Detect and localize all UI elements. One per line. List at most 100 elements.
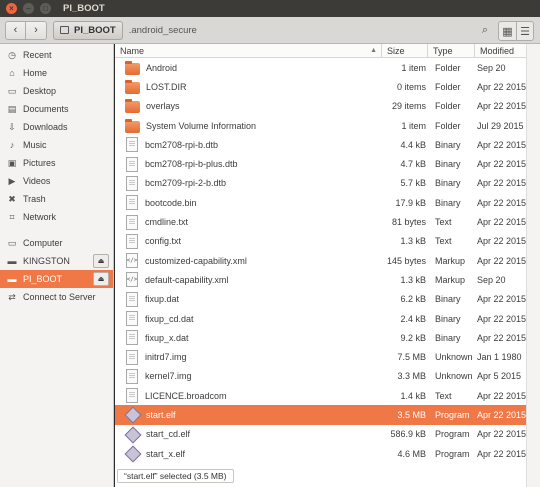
breadcrumb-next[interactable]: .android_secure <box>129 25 197 36</box>
file-type: Folder <box>435 62 461 73</box>
drive-icon: ▬ <box>7 274 17 284</box>
file-row[interactable]: cmdline.txt 81 bytes Text Apr 22 2015 <box>115 212 526 231</box>
file-row[interactable]: start_cd.elf 586.9 kB Program Apr 22 2015 <box>115 425 526 444</box>
sidebar-item-label: Trash <box>23 194 46 204</box>
file-name: System Volume Information <box>146 120 257 131</box>
file-name-cell: bcm2708-rpi-b-plus.dtb <box>115 156 382 172</box>
file-row[interactable]: LICENCE.broadcom 1.4 kB Text Apr 22 2015 <box>115 386 526 405</box>
file-modified: Apr 22 2015 <box>477 81 527 92</box>
file-name: customized-capability.xml <box>145 255 247 266</box>
file-type: Folder <box>435 101 461 112</box>
file-size: 3.3 MB <box>397 371 426 382</box>
markup-icon: </> <box>126 253 138 269</box>
sidebar-item-connect-to-server[interactable]: ⇄ Connect to Server <box>0 288 113 306</box>
file-row[interactable]: LOST.DIR 0 items Folder Apr 22 2015 <box>115 77 526 96</box>
file-row[interactable]: </> customized-capability.xml 145 bytes Mar… <box>115 251 526 270</box>
file-icon <box>126 330 138 346</box>
sidebar-item-videos[interactable]: ▶ Videos <box>0 172 113 190</box>
sidebar-item-trash[interactable]: ✖ Trash <box>0 190 113 208</box>
list-view-button[interactable]: ☰ <box>516 22 533 40</box>
maximize-window-button[interactable]: □ <box>40 3 51 14</box>
file-name: bcm2708-rpi-b-plus.dtb <box>145 159 238 170</box>
sidebar-item-label: Computer <box>23 238 63 248</box>
sidebar-item-downloads[interactable]: ⇩ Downloads <box>0 118 113 136</box>
forward-button[interactable]: › <box>26 20 47 40</box>
chevron-right-icon: › <box>34 24 38 36</box>
file-modified: Apr 22 2015 <box>477 313 527 324</box>
file-row[interactable]: fixup.dat 6.2 kB Binary Apr 22 2015 <box>115 290 526 309</box>
sidebar-item-recent[interactable]: ◷ Recent <box>0 46 113 64</box>
file-size: 6.2 kB <box>400 294 426 305</box>
file-row[interactable]: overlays 29 items Folder Apr 22 2015 <box>115 97 526 116</box>
file-name: fixup_cd.dat <box>145 313 194 324</box>
file-row[interactable]: fixup_cd.dat 2.4 kB Binary Apr 22 2015 <box>115 309 526 328</box>
sidebar-item-desktop[interactable]: ▭ Desktop <box>0 82 113 100</box>
sidebar-item-documents[interactable]: ▤ Documents <box>0 100 113 118</box>
minimize-window-button[interactable]: – <box>23 3 34 14</box>
eject-button[interactable]: ⏏ <box>93 272 109 286</box>
grid-icon: ▦ <box>502 25 513 38</box>
file-row[interactable]: bcm2708-rpi-b.dtb 4.4 kB Binary Apr 22 2015 <box>115 135 526 154</box>
sidebar-item-label: PI_BOOT <box>23 274 63 284</box>
sidebar-item-label: Videos <box>23 176 51 186</box>
file-type: Text <box>435 217 452 228</box>
eject-button[interactable]: ⏏ <box>93 254 109 268</box>
file-row[interactable]: fixup_x.dat 9.2 kB Binary Apr 22 2015 <box>115 328 526 347</box>
file-row[interactable]: Android 1 item Folder Sep 20 <box>115 58 526 77</box>
file-name: LOST.DIR <box>146 81 187 92</box>
file-size: 7.5 MB <box>397 352 426 363</box>
file-name-cell: LOST.DIR <box>115 79 382 94</box>
modified-column-header[interactable]: Modified <box>475 44 526 58</box>
breadcrumb-current[interactable]: PI_BOOT <box>53 20 123 40</box>
file-size: 586.9 kB <box>390 429 426 440</box>
sidebar-item-kingston[interactable]: ▬ KINGSTON ⏏ <box>0 252 113 270</box>
file-row[interactable]: kernel7.img 3.3 MB Unknown Apr 5 2015 <box>115 367 526 386</box>
sidebar-item-label: Recent <box>23 50 52 60</box>
close-window-button[interactable]: × <box>6 3 17 14</box>
network-icon: ⌗ <box>9 211 15 222</box>
file-name: overlays <box>146 101 180 112</box>
file-row[interactable]: System Volume Information 1 item Folder Jul… <box>115 116 526 135</box>
file-row[interactable]: bootcode.bin 17.9 kB Binary Apr 22 2015 <box>115 193 526 212</box>
file-size: 81 bytes <box>391 217 426 228</box>
scrollbar[interactable] <box>526 44 540 487</box>
sidebar-item-music[interactable]: ♪ Music <box>0 136 113 154</box>
file-row[interactable]: bcm2709-rpi-2-b.dtb 5.7 kB Binary Apr 22 20… <box>115 174 526 193</box>
type-column-label: Type <box>433 45 453 56</box>
file-size: 1 item <box>401 120 426 131</box>
file-row[interactable]: config.txt 1.3 kB Text Apr 22 2015 <box>115 232 526 251</box>
file-row[interactable]: </> default-capability.xml 1.3 kB Markup Sep… <box>115 270 526 289</box>
type-column-header[interactable]: Type <box>428 43 475 58</box>
file-modified: Apr 22 2015 <box>477 159 527 170</box>
sidebar-item-pi-boot[interactable]: ▬ PI_BOOT ⏏ <box>0 270 113 288</box>
search-button[interactable]: ⌕ <box>476 21 494 39</box>
sidebar-item-home[interactable]: ⌂ Home <box>0 64 113 82</box>
file-row[interactable]: bcm2708-rpi-b-plus.dtb 4.7 kB Binary Apr 22… <box>115 154 526 173</box>
back-button[interactable]: ‹ <box>5 20 26 40</box>
name-column-header[interactable]: Name ▲ <box>115 43 382 58</box>
sidebar-item-label: Downloads <box>23 122 68 132</box>
file-type: Unknown <box>435 371 473 382</box>
file-name: kernel7.img <box>145 371 192 382</box>
file-type: Program <box>435 448 470 459</box>
drive-icon <box>60 26 69 34</box>
file-type: Markup <box>435 274 466 285</box>
sidebar-item-pictures[interactable]: ▣ Pictures <box>0 154 113 172</box>
sidebar-item-network[interactable]: ⌗ Network <box>0 208 113 226</box>
grid-view-button[interactable]: ▦ <box>499 22 516 40</box>
file-icon <box>126 156 138 172</box>
file-name-cell: overlays <box>115 99 382 114</box>
sidebar-item-computer[interactable]: ▭ Computer <box>0 234 113 252</box>
folder-icon <box>125 118 140 133</box>
file-size: 0 items <box>396 81 426 92</box>
file-modified: Apr 22 2015 <box>477 409 527 420</box>
file-name-cell: fixup_cd.dat <box>115 311 382 326</box>
file-row[interactable]: start.elf 3.5 MB Program Apr 22 2015 <box>115 405 527 425</box>
pictures-icon: ▣ <box>7 157 17 168</box>
file-row[interactable]: start_x.elf 4.6 MB Program Apr 22 2015 <box>115 444 526 463</box>
file-size: 1 item <box>401 62 426 73</box>
file-name: fixup_x.dat <box>145 332 189 343</box>
file-row[interactable]: initrd7.img 7.5 MB Unknown Jan 1 1980 <box>115 347 526 366</box>
sidebar-item-label: Connect to Server <box>23 292 96 302</box>
size-column-header[interactable]: Size <box>382 43 428 58</box>
